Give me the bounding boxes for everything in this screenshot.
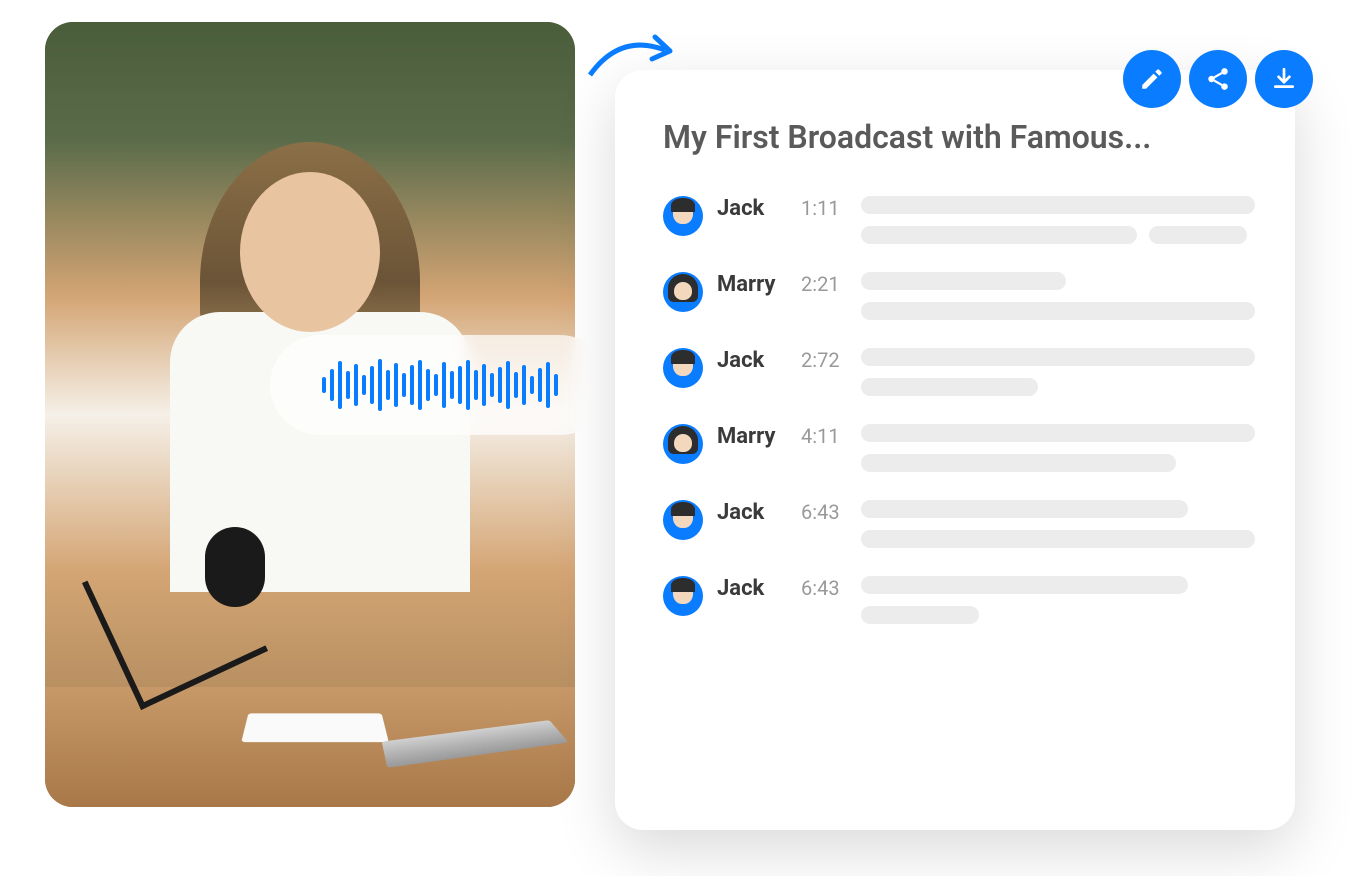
audio-waveform-overlay: [270, 335, 610, 435]
share-icon: [1205, 66, 1231, 92]
timestamp: 2:72: [801, 348, 847, 372]
text-placeholder-lines: [861, 348, 1255, 396]
speaker-name: Jack: [717, 576, 787, 601]
transcript-row[interactable]: Jack 6:43: [663, 500, 1255, 548]
transcript-title: My First Broadcast with Famous...: [663, 118, 1255, 156]
avatar: [663, 196, 703, 236]
speaker-name: Marry: [717, 424, 787, 449]
timestamp: 6:43: [801, 576, 847, 600]
download-button[interactable]: [1255, 50, 1313, 108]
speaker-name: Marry: [717, 272, 787, 297]
transcript-row[interactable]: Marry 2:21: [663, 272, 1255, 320]
transcript-row[interactable]: Jack 6:43: [663, 576, 1255, 624]
transcript-list: Jack 1:11 Marry 2:21 Jack 2:72 Marry 4:11 Jack 6:…: [663, 196, 1255, 624]
text-placeholder-lines: [861, 500, 1255, 548]
timestamp: 4:11: [801, 424, 847, 448]
avatar: [663, 272, 703, 312]
transcript-card: My First Broadcast with Famous... Jack 1:…: [615, 70, 1295, 830]
avatar: [663, 348, 703, 388]
share-button[interactable]: [1189, 50, 1247, 108]
transcript-row[interactable]: Jack 2:72: [663, 348, 1255, 396]
transcript-row[interactable]: Jack 1:11: [663, 196, 1255, 244]
text-placeholder-lines: [861, 272, 1255, 320]
timestamp: 1:11: [801, 196, 847, 220]
edit-button[interactable]: [1123, 50, 1181, 108]
speaker-name: Jack: [717, 348, 787, 373]
avatar: [663, 576, 703, 616]
transcript-row[interactable]: Marry 4:11: [663, 424, 1255, 472]
waveform-icon: [322, 359, 558, 411]
text-placeholder-lines: [861, 196, 1255, 244]
speaker-name: Jack: [717, 500, 787, 525]
speaker-name: Jack: [717, 196, 787, 221]
timestamp: 6:43: [801, 500, 847, 524]
pencil-icon: [1139, 66, 1165, 92]
timestamp: 2:21: [801, 272, 847, 296]
text-placeholder-lines: [861, 576, 1255, 624]
text-placeholder-lines: [861, 424, 1255, 472]
avatar: [663, 424, 703, 464]
arrow-icon: [580, 25, 690, 95]
avatar: [663, 500, 703, 540]
download-icon: [1271, 66, 1297, 92]
